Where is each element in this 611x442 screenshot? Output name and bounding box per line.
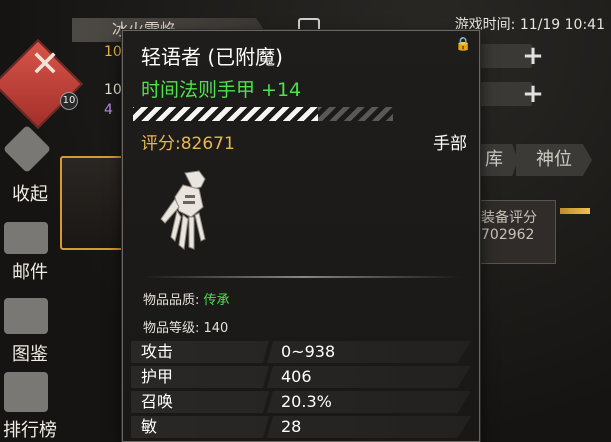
stat-value: 0~938	[281, 342, 336, 361]
level-badge: 10	[60, 92, 78, 110]
lock-icon[interactable]: 🔒	[455, 37, 471, 53]
item-slot: 手部	[433, 134, 467, 154]
item-enchant: 时间法则手甲 +14	[141, 79, 302, 101]
stat-separator	[263, 341, 273, 363]
stat-row: 攻击 0~938	[131, 341, 471, 363]
gauntlet-icon	[160, 170, 206, 250]
quality-value: 传承	[203, 293, 230, 308]
stat-row: 召唤 20.3%	[131, 391, 471, 413]
stat-separator	[263, 366, 273, 388]
stat-separator	[263, 416, 273, 438]
side-menu-mail[interactable]: 邮件	[0, 258, 60, 284]
item-score: 评分:82671	[141, 134, 235, 154]
stat-label: 攻击	[141, 342, 174, 361]
stat-row: 敏 28	[131, 416, 471, 438]
enchant-progress-fill	[133, 107, 318, 121]
equipment-slot[interactable]	[60, 156, 124, 250]
arrow-decoration	[560, 208, 590, 214]
stat-list: 攻击 0~938 护甲 406 召唤 20.3% 敏 28	[131, 341, 471, 441]
item-tooltip: 🔒 轻语者 (已附魔) 时间法则手甲 +14 评分:82671 手部 物品品质:…	[122, 30, 480, 442]
item-quality: 物品品质: 传承	[143, 289, 230, 308]
section-divider	[143, 276, 461, 278]
enchant-progress-remaining	[318, 107, 393, 121]
item-level: 物品等级: 140	[143, 321, 229, 336]
stat-separator	[263, 391, 273, 413]
enchant-progress-bar	[133, 107, 393, 121]
plus-icon[interactable]: +	[522, 43, 544, 69]
book-icon[interactable]	[4, 298, 48, 334]
stat-label: 护甲	[141, 367, 174, 386]
stat-value: 406	[281, 367, 312, 386]
stat-label: 敏	[141, 417, 158, 436]
crossed-weapons-icon: ✕	[29, 44, 61, 85]
stat-row: 护甲 406	[131, 366, 471, 388]
plus-icon[interactable]: +	[522, 81, 544, 107]
tab-divine[interactable]: 神位	[516, 144, 592, 176]
item-name: 轻语者 (已附魔)	[141, 45, 283, 69]
side-menu-codex[interactable]: 图鉴	[0, 340, 60, 366]
stat-label: 召唤	[141, 392, 174, 411]
stat-value: 20.3%	[281, 392, 332, 411]
stat-value: 28	[281, 417, 302, 436]
quality-label: 物品品质:	[143, 293, 204, 308]
equip-score-panel: 装备评分 702962	[476, 200, 556, 264]
side-menu-ranking[interactable]: 排行榜	[0, 416, 60, 442]
chart-icon[interactable]	[4, 372, 48, 412]
mail-icon[interactable]	[4, 222, 48, 254]
equip-score-label: 装备评分	[481, 210, 537, 226]
side-menu-collapse[interactable]: 收起	[0, 180, 60, 206]
equip-score-value: 702962	[481, 227, 535, 243]
